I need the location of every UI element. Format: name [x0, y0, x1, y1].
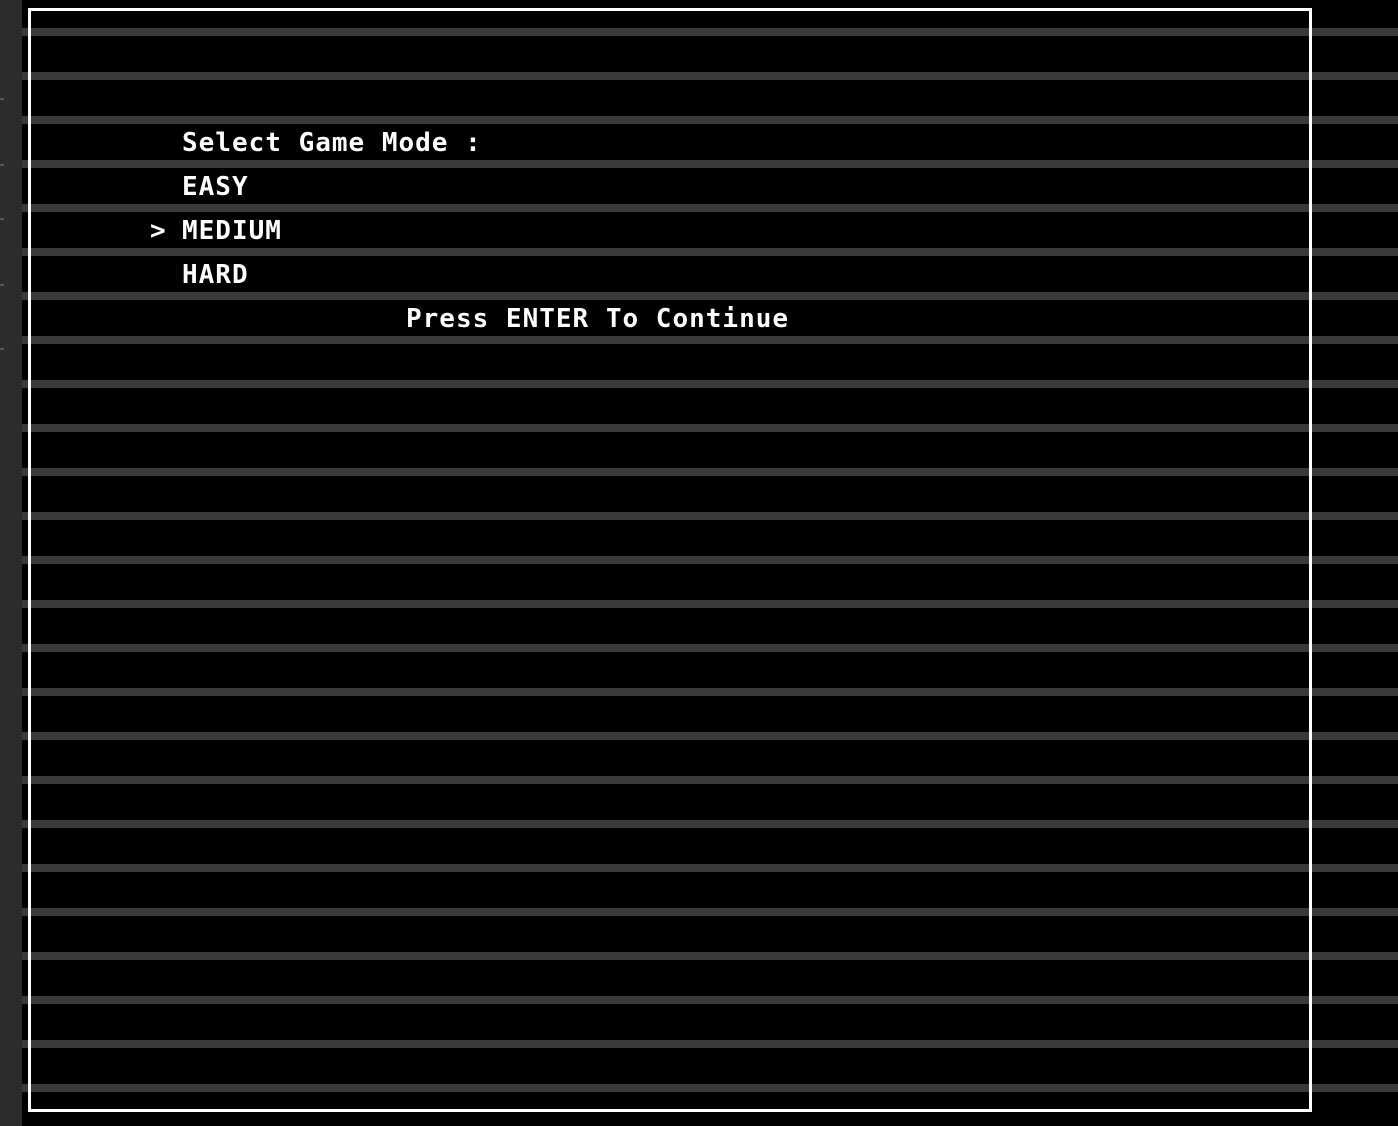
gutter-tick: [0, 218, 4, 220]
gutter-tick: [0, 98, 4, 100]
menu-option-easy[interactable]: EASY: [182, 171, 249, 203]
selection-cursor: >: [150, 216, 167, 246]
gutter-tick: [0, 348, 4, 350]
menu-option-medium[interactable]: MEDIUM: [182, 215, 282, 247]
continue-hint: Press ENTER To Continue: [406, 304, 790, 334]
menu-prompt: Select Game Mode :: [182, 128, 482, 158]
menu-option-hard[interactable]: HARD: [182, 259, 249, 291]
gutter-tick: [0, 284, 4, 286]
gutter-tick: [0, 164, 4, 166]
game-screen: Select Game Mode : > EASY MEDIUM HARD Pr…: [0, 0, 1398, 1126]
left-gutter: [0, 0, 22, 1126]
